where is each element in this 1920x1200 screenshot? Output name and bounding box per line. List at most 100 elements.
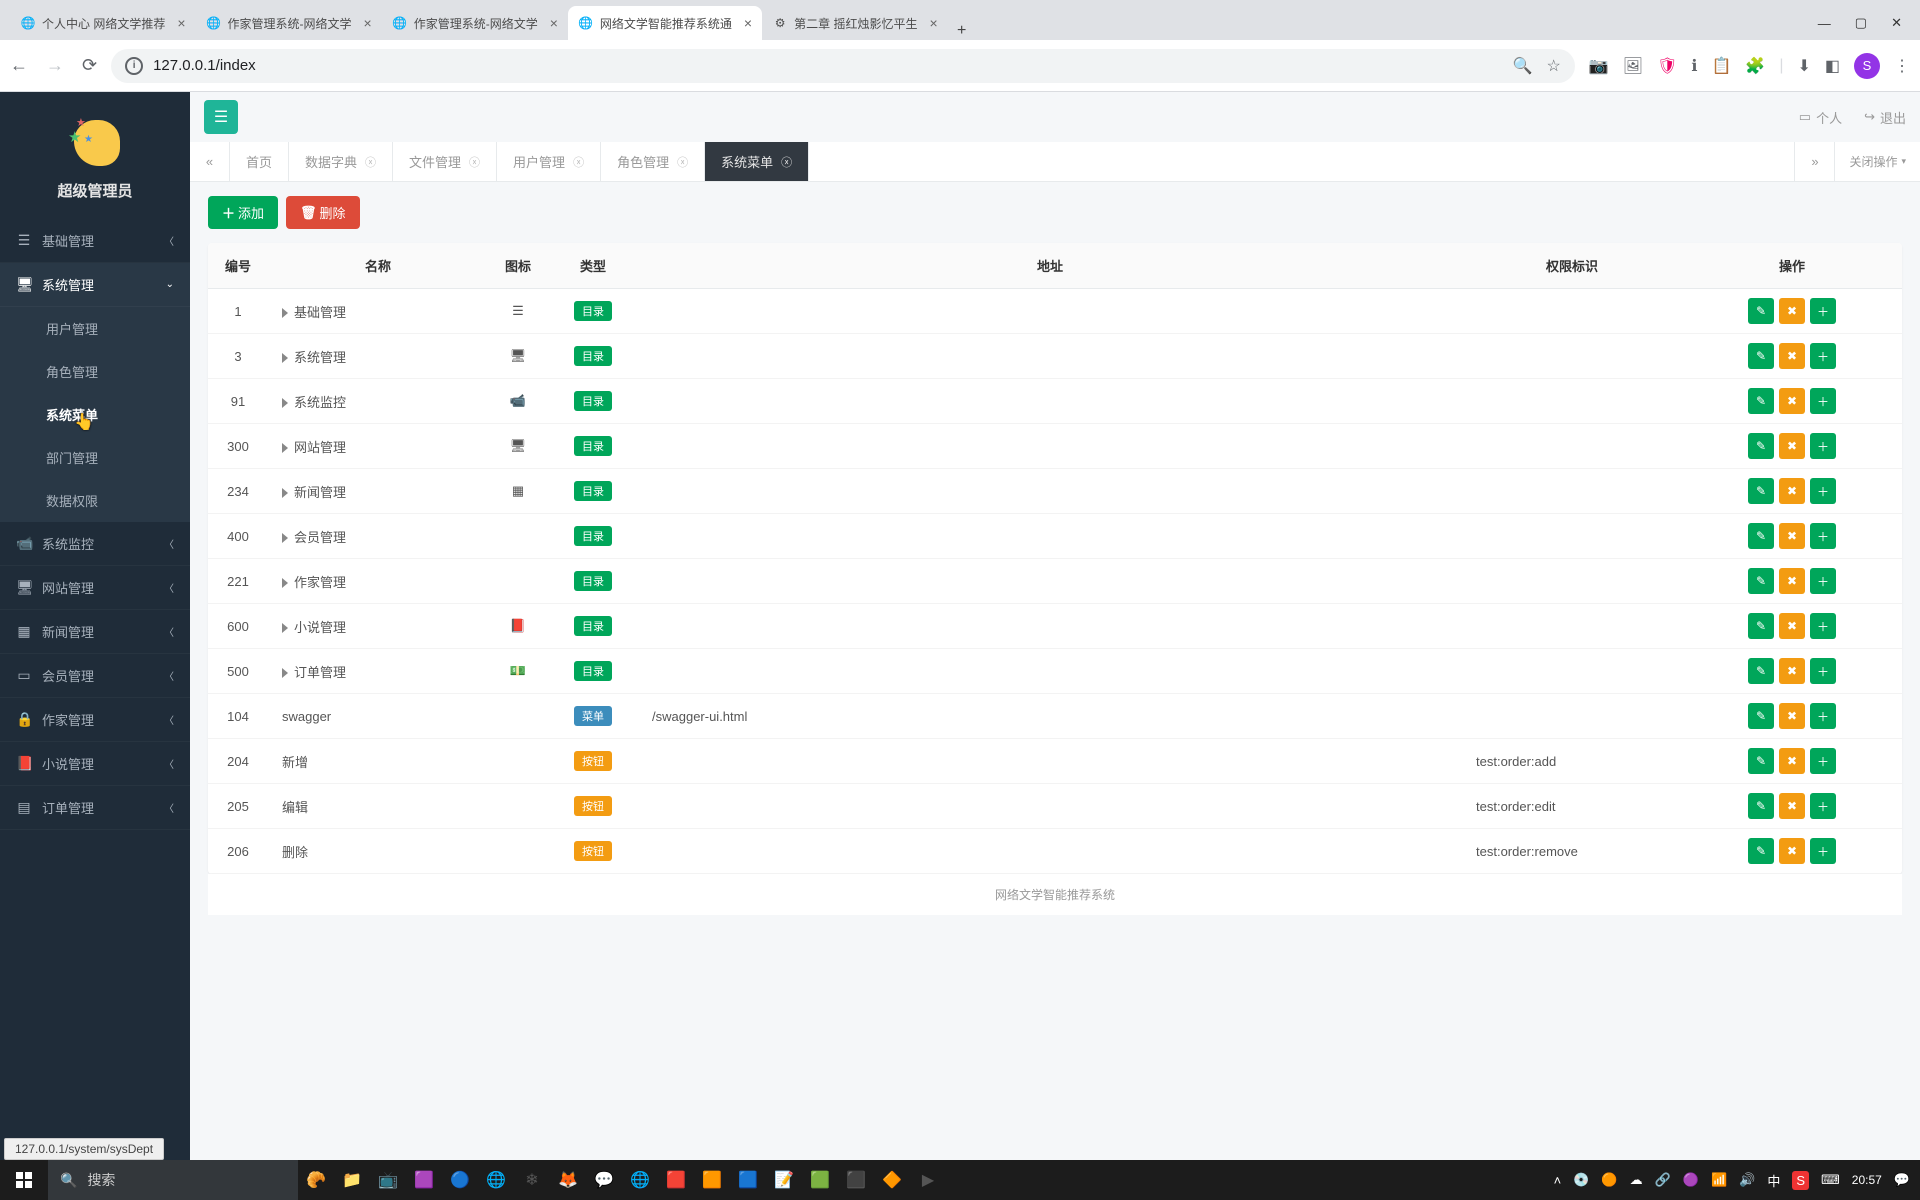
tray-clock[interactable]: 20:57	[1852, 1173, 1882, 1187]
address-bar[interactable]: i 127.0.0.1/index 🔍 ☆	[111, 49, 1575, 83]
sidebar-item-roles[interactable]: 角色管理	[0, 350, 190, 393]
close-icon[interactable]: ⓧ	[677, 154, 688, 170]
tab-file[interactable]: 文件管理ⓧ	[393, 142, 497, 181]
sidebar-item-novel[interactable]: 📕小说管理〈	[0, 742, 190, 786]
row-edit-button[interactable]: ✎	[1748, 523, 1774, 549]
tabs-scroll-left[interactable]: «	[190, 142, 230, 181]
taskbar-app-icon[interactable]: ▶	[910, 1160, 946, 1200]
sidebar-item-dept[interactable]: 部门管理	[0, 436, 190, 479]
tray-icon[interactable]: 📶	[1711, 1172, 1727, 1188]
tray-icon[interactable]: 🟠	[1601, 1172, 1617, 1188]
sidebar-item-author[interactable]: 🔒作家管理〈	[0, 698, 190, 742]
add-button[interactable]: ＋添加	[208, 196, 278, 229]
profile-avatar[interactable]: S	[1854, 53, 1880, 79]
expand-caret-icon[interactable]	[282, 488, 288, 498]
expand-caret-icon[interactable]	[282, 578, 288, 588]
puzzle-icon[interactable]: 🧩	[1745, 56, 1765, 76]
row-add-button[interactable]: ＋	[1810, 343, 1836, 369]
shield-icon[interactable]: 🛡	[1657, 56, 1677, 76]
tray-icon[interactable]: 🔗	[1655, 1172, 1671, 1188]
tab-close-icon[interactable]: ×	[177, 15, 185, 31]
row-edit-button[interactable]: ✎	[1748, 658, 1774, 684]
image-icon[interactable]: 🖼	[1623, 56, 1643, 76]
tab-user[interactable]: 用户管理ⓧ	[497, 142, 601, 181]
sidebar-item-order[interactable]: ▤订单管理〈	[0, 786, 190, 830]
browser-tab[interactable]: ⚙第二章 摇红烛影忆平生×	[762, 6, 948, 40]
site-info-icon[interactable]: i	[125, 57, 143, 75]
row-edit-button[interactable]: ✎	[1748, 343, 1774, 369]
taskbar-app-icon[interactable]: 🟩	[802, 1160, 838, 1200]
row-delete-button[interactable]: ✖	[1779, 388, 1805, 414]
tray-icon[interactable]: ☁	[1630, 1172, 1643, 1188]
camera-icon[interactable]: 📷	[1589, 56, 1609, 76]
close-operations-dropdown[interactable]: 关闭操作▾	[1834, 142, 1920, 181]
row-edit-button[interactable]: ✎	[1748, 388, 1774, 414]
tray-speaker-icon[interactable]: 🔊	[1739, 1172, 1755, 1188]
row-edit-button[interactable]: ✎	[1748, 793, 1774, 819]
row-add-button[interactable]: ＋	[1810, 523, 1836, 549]
taskbar-app-icon[interactable]: ❄	[514, 1160, 550, 1200]
row-edit-button[interactable]: ✎	[1748, 568, 1774, 594]
taskbar-app-icon[interactable]: 🦊	[550, 1160, 586, 1200]
expand-caret-icon[interactable]	[282, 623, 288, 633]
tray-notification-icon[interactable]: 💬	[1894, 1172, 1910, 1188]
browser-tab-active[interactable]: 🌐网络文学智能推荐系统通×	[568, 6, 762, 40]
extension-icon[interactable]: ℹ	[1691, 56, 1697, 76]
row-delete-button[interactable]: ✖	[1779, 658, 1805, 684]
row-add-button[interactable]: ＋	[1810, 613, 1836, 639]
sidebar-item-system[interactable]: 🖥系统管理⌄	[0, 263, 190, 307]
start-button[interactable]	[0, 1160, 48, 1200]
browser-tab[interactable]: 🌐个人中心 网络文学推荐×	[10, 6, 196, 40]
tray-ime[interactable]: 中	[1767, 1171, 1780, 1190]
row-add-button[interactable]: ＋	[1810, 793, 1836, 819]
taskbar-app-icon[interactable]: 🌐	[478, 1160, 514, 1200]
row-add-button[interactable]: ＋	[1810, 703, 1836, 729]
taskbar-app-icon[interactable]: 📺	[370, 1160, 406, 1200]
taskbar-app-icon[interactable]: 🔵	[442, 1160, 478, 1200]
taskbar-search[interactable]: 🔍搜索	[48, 1160, 298, 1200]
expand-caret-icon[interactable]	[282, 533, 288, 543]
row-add-button[interactable]: ＋	[1810, 658, 1836, 684]
panel-icon[interactable]: ◧	[1825, 56, 1840, 76]
bookmark-icon[interactable]: ☆	[1547, 56, 1561, 76]
taskbar-app-icon[interactable]: 🔶	[874, 1160, 910, 1200]
row-add-button[interactable]: ＋	[1810, 478, 1836, 504]
row-delete-button[interactable]: ✖	[1779, 703, 1805, 729]
sidebar-item-monitor[interactable]: 📹系统监控〈	[0, 522, 190, 566]
row-add-button[interactable]: ＋	[1810, 298, 1836, 324]
row-edit-button[interactable]: ✎	[1748, 478, 1774, 504]
row-delete-button[interactable]: ✖	[1779, 433, 1805, 459]
row-add-button[interactable]: ＋	[1810, 748, 1836, 774]
row-delete-button[interactable]: ✖	[1779, 838, 1805, 864]
sidebar-item-basic[interactable]: ☰基础管理〈	[0, 219, 190, 263]
sidebar-item-dataperm[interactable]: 数据权限	[0, 479, 190, 522]
row-edit-button[interactable]: ✎	[1748, 433, 1774, 459]
sidebar-item-news[interactable]: ▦新闻管理〈	[0, 610, 190, 654]
sidebar-toggle-button[interactable]: ☰	[204, 100, 238, 134]
row-add-button[interactable]: ＋	[1810, 433, 1836, 459]
delete-button[interactable]: 🗑删除	[286, 196, 360, 229]
taskbar-app-icon[interactable]: 🟦	[730, 1160, 766, 1200]
close-icon[interactable]: ⓧ	[365, 154, 376, 170]
row-edit-button[interactable]: ✎	[1748, 703, 1774, 729]
personal-link[interactable]: ▭个人	[1799, 108, 1842, 127]
row-edit-button[interactable]: ✎	[1748, 298, 1774, 324]
taskbar-app-icon[interactable]: 🌐	[622, 1160, 658, 1200]
row-delete-button[interactable]: ✖	[1779, 748, 1805, 774]
row-delete-button[interactable]: ✖	[1779, 568, 1805, 594]
clipboard-icon[interactable]: 📋	[1711, 56, 1731, 76]
maximize-icon[interactable]: ▢	[1855, 15, 1867, 31]
menu-icon[interactable]: ⋮	[1894, 56, 1910, 76]
tab-sysmenu[interactable]: 系统菜单ⓧ	[705, 142, 809, 181]
tab-home[interactable]: 首页	[230, 142, 289, 181]
row-edit-button[interactable]: ✎	[1748, 838, 1774, 864]
tab-dict[interactable]: 数据字典ⓧ	[289, 142, 393, 181]
tab-close-icon[interactable]: ×	[364, 15, 372, 31]
reload-icon[interactable]: ⟳	[82, 55, 97, 76]
row-add-button[interactable]: ＋	[1810, 838, 1836, 864]
close-icon[interactable]: ⓧ	[573, 154, 584, 170]
expand-caret-icon[interactable]	[282, 398, 288, 408]
tray-icon[interactable]: ⌨	[1821, 1172, 1840, 1188]
tray-icon[interactable]: S	[1792, 1171, 1809, 1190]
tray-icon[interactable]: 🟣	[1683, 1172, 1699, 1188]
